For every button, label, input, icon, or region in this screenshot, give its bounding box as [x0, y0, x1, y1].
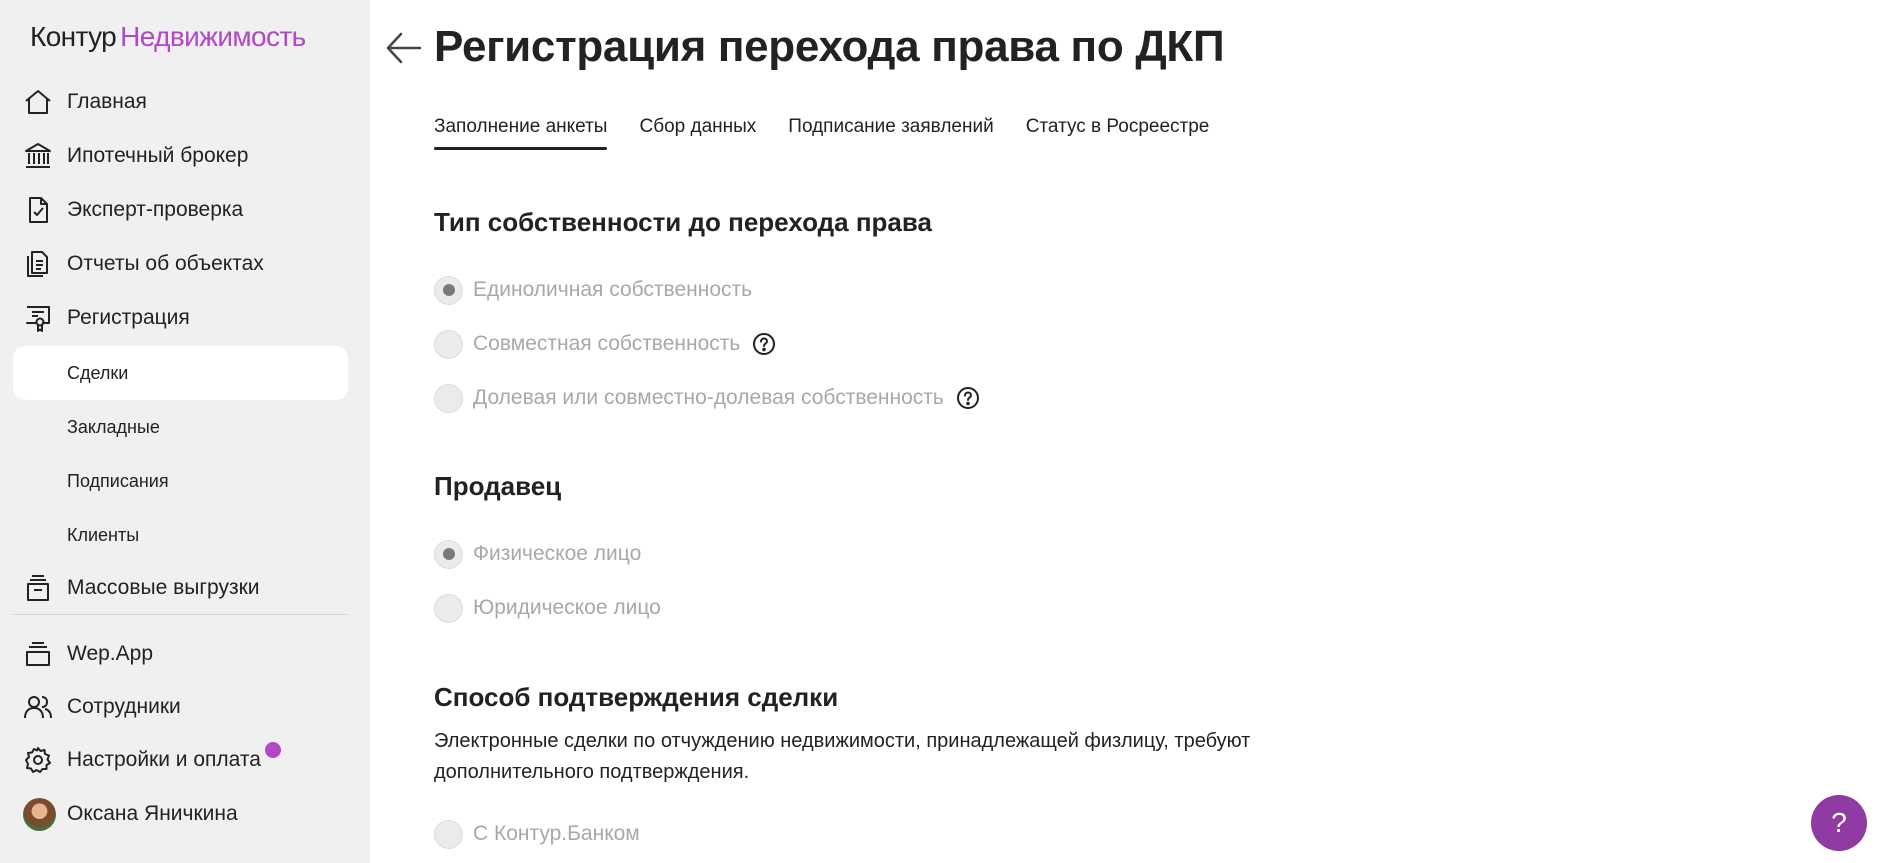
radio-button[interactable] [434, 383, 463, 413]
sidebar-item-label: Эксперт-проверка [67, 198, 244, 221]
sidebar-item-label: Ипотечный брокер [67, 144, 249, 167]
sidebar-item-label: Массовые выгрузки [67, 576, 260, 599]
seller-section-title: Продавец [434, 471, 562, 501]
tab-signing-applications[interactable]: Подписание заявлений [788, 116, 993, 150]
radio-button[interactable] [434, 275, 463, 305]
sidebar-item-reports[interactable]: Отчеты об объектах [13, 237, 348, 291]
notification-dot [263, 740, 283, 760]
sidebar-subitem-deals[interactable]: Сделки [13, 346, 348, 400]
ownership-section-title: Тип собственности до перехода права [434, 207, 932, 237]
archive-icon [23, 561, 63, 615]
radio-selected-dot [442, 284, 455, 296]
home-icon [23, 75, 63, 129]
radio-shared-ownership[interactable]: Долевая или совместно-долевая собственно… [434, 383, 980, 413]
sidebar-subitem-label: Закладные [67, 416, 160, 437]
help-circle-icon[interactable] [752, 332, 776, 356]
certificate-icon [23, 291, 63, 345]
sidebar-item-mortgage-broker[interactable]: Ипотечный брокер [13, 129, 348, 183]
user-name: Оксана Яничкина [67, 802, 238, 825]
back-arrow-icon[interactable] [384, 30, 424, 66]
avatar [23, 787, 63, 841]
radio-label: Долевая или совместно-долевая собственно… [473, 386, 944, 409]
sidebar-user[interactable]: Оксана Яничкина [13, 787, 348, 841]
app-root: Контур Недвижимость Главная Ипотечный бро… [0, 0, 1883, 863]
radio-label: С Контур.Банком [473, 822, 640, 845]
radio-legal-entity[interactable]: Юридическое лицо [434, 593, 661, 623]
sidebar-item-label: Отчеты об объектах [67, 252, 264, 275]
radio-sole-ownership[interactable]: Единоличная собственность [434, 275, 752, 305]
radio-button[interactable] [434, 539, 463, 569]
sidebar-divider [13, 614, 348, 615]
tab-data-collection[interactable]: Сбор данных [639, 116, 756, 150]
confirmation-description: Электронные сделки по отчуждению недвижи… [434, 730, 1251, 783]
sidebar-item-mass-upload[interactable]: Массовые выгрузки [13, 561, 348, 615]
radio-kontur-bank[interactable]: С Контур.Банком [434, 819, 640, 849]
page-title: Регистрация перехода права по ДКП [434, 22, 1225, 71]
gear-icon [23, 733, 63, 787]
logo-part-product: Недвижимость [120, 21, 306, 52]
sidebar-item-wepapp[interactable]: Wep.App [13, 627, 348, 681]
users-icon [23, 680, 63, 734]
sidebar-item-label: Регистрация [67, 306, 190, 329]
tabs: Заполнение анкеты Сбор данных Подписание… [434, 116, 1209, 150]
tab-form-filling[interactable]: Заполнение анкеты [434, 116, 608, 150]
radio-label: Физическое лицо [473, 542, 642, 565]
sidebar-item-label: Главная [67, 90, 147, 113]
sidebar-item-expert-check[interactable]: Эксперт-проверка [13, 183, 348, 237]
sidebar-item-label: Сотрудники [67, 695, 181, 718]
radio-button[interactable] [434, 593, 463, 623]
sidebar-subitem-label: Сделки [67, 362, 129, 383]
radio-joint-ownership[interactable]: Совместная собственность [434, 329, 776, 359]
document-check-icon [23, 183, 63, 237]
sidebar-item-registration[interactable]: Регистрация [13, 291, 348, 345]
radio-button[interactable] [434, 329, 463, 359]
logo-part-brand: Контур [30, 21, 117, 52]
help-circle-icon[interactable] [956, 386, 980, 410]
sidebar: Контур Недвижимость Главная Ипотечный бро… [0, 0, 370, 863]
radio-label: Единоличная собственность [473, 278, 753, 301]
confirmation-section-title: Способ подтверждения сделки [434, 682, 839, 712]
sidebar-item-label: Wep.App [67, 642, 153, 665]
sidebar-subitem-mortgages[interactable]: Закладные [13, 400, 348, 454]
stack-icon [23, 627, 63, 681]
sidebar-subitem-label: Подписания [67, 470, 169, 491]
sidebar-item-settings[interactable]: Настройки и оплата [13, 733, 348, 787]
main-content: Регистрация перехода права по ДКП Заполн… [370, 0, 1883, 863]
sidebar-item-employees[interactable]: Сотрудники [13, 680, 348, 734]
help-button[interactable]: ? [1811, 795, 1867, 851]
sidebar-item-home[interactable]: Главная [13, 75, 348, 129]
logo[interactable]: Контур Недвижимость [30, 21, 306, 53]
sidebar-item-label: Настройки и оплата [67, 748, 261, 771]
sidebar-subitem-label: Клиенты [67, 524, 140, 545]
radio-selected-dot [442, 548, 455, 560]
reports-icon [23, 237, 63, 291]
radio-individual[interactable]: Физическое лицо [434, 539, 641, 569]
bank-icon [23, 129, 63, 183]
tab-rosreestr-status[interactable]: Статус в Росреестре [1026, 116, 1210, 150]
radio-label: Совместная собственность [473, 332, 741, 355]
radio-button[interactable] [434, 819, 463, 849]
radio-label: Юридическое лицо [473, 596, 661, 619]
sidebar-subitem-signings[interactable]: Подписания [13, 454, 348, 508]
sidebar-subitem-clients[interactable]: Клиенты [13, 508, 348, 562]
